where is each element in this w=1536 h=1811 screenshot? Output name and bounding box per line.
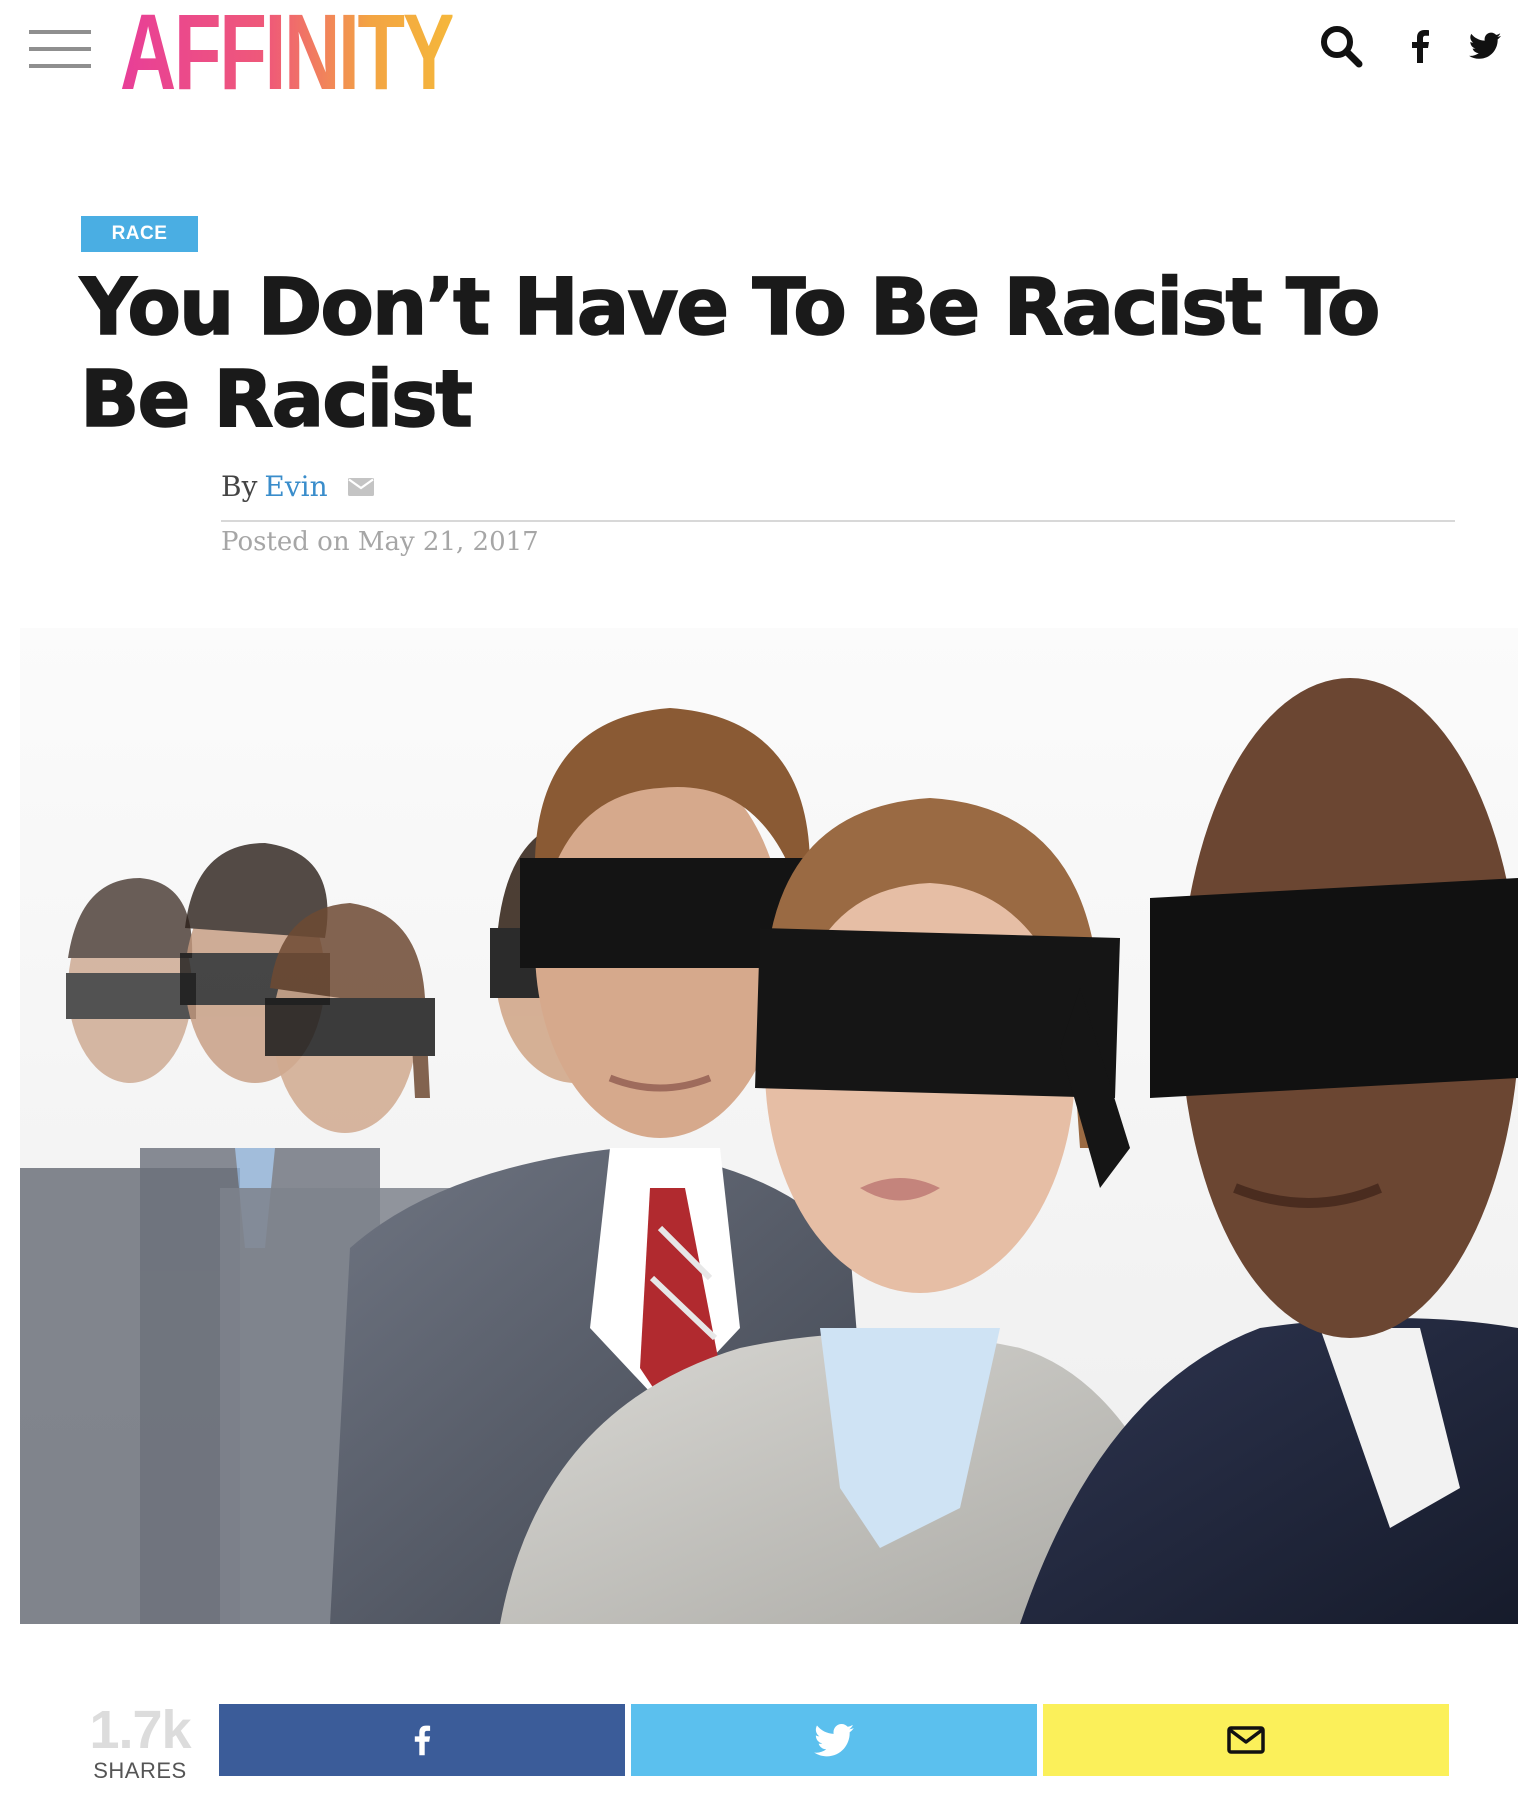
- author-link[interactable]: Evin: [264, 470, 327, 503]
- share-facebook-button[interactable]: [219, 1704, 625, 1776]
- article-title: You Don’t Have To Be Racist To Be Racist: [79, 262, 1381, 446]
- twitter-icon: [814, 1723, 854, 1756]
- category-tag[interactable]: RACE: [81, 216, 198, 252]
- menu-icon-bar: [29, 47, 91, 51]
- author-email-button[interactable]: [347, 477, 374, 496]
- share-twitter-button[interactable]: [631, 1704, 1037, 1776]
- search-icon: [1321, 26, 1363, 68]
- byline-prefix: By: [221, 470, 258, 503]
- facebook-icon: [1412, 30, 1429, 63]
- post-date: Posted on May 21, 2017: [221, 527, 539, 557]
- envelope-icon: [347, 477, 374, 496]
- search-button[interactable]: [1318, 24, 1364, 68]
- menu-icon-bar: [29, 30, 91, 34]
- facebook-header-button[interactable]: [1405, 24, 1435, 68]
- byline-divider: [221, 520, 1455, 522]
- share-count-label: SHARES: [93, 1758, 187, 1783]
- facebook-icon: [414, 1725, 431, 1756]
- blindfolded-people-photo: [20, 628, 1518, 1624]
- menu-button[interactable]: [29, 30, 91, 68]
- featured-image: [20, 628, 1518, 1624]
- site-logo[interactable]: AFFINITY: [120, 0, 455, 106]
- byline: By Evin: [221, 470, 374, 503]
- share-email-button[interactable]: [1043, 1704, 1449, 1776]
- twitter-icon: [1469, 32, 1501, 59]
- menu-icon-bar: [29, 64, 91, 68]
- envelope-icon: [1227, 1726, 1265, 1754]
- share-count-number: 1.7k: [89, 1700, 191, 1760]
- share-count: 1.7k SHARES: [80, 1702, 200, 1784]
- twitter-header-button[interactable]: [1467, 24, 1503, 68]
